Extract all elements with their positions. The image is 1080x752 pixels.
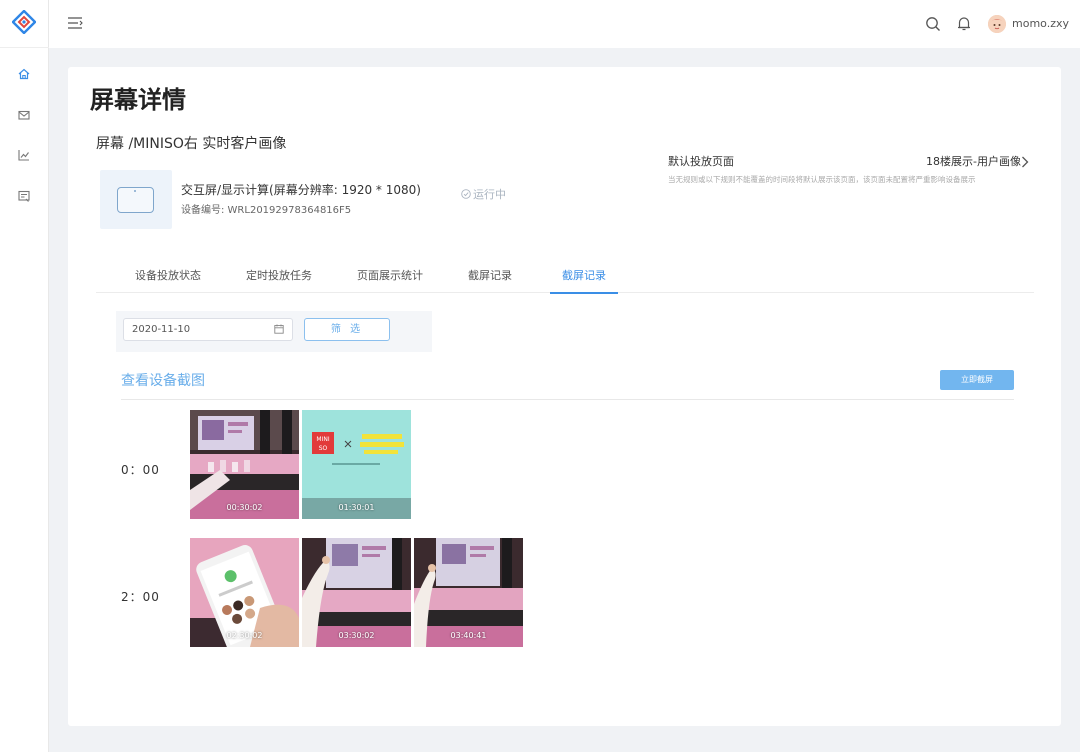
calendar-icon[interactable] bbox=[274, 324, 284, 334]
menu-toggle-icon[interactable] bbox=[67, 16, 83, 30]
tab-bar: 设备投放状态 定时投放任务 页面展示统计 截屏记录 截屏记录 bbox=[96, 263, 1034, 294]
device-type: 交互屏/显示计算(屏幕分辨率: 1920 * 1080) bbox=[181, 183, 421, 197]
report-icon[interactable] bbox=[17, 189, 31, 203]
chevron-right-icon[interactable] bbox=[1021, 156, 1029, 168]
screenshot-thumbnail[interactable]: MINI SO 01:30:01 bbox=[302, 410, 411, 519]
capture-now-button[interactable]: 立即截屏 bbox=[940, 370, 1014, 390]
logo-divider bbox=[0, 47, 49, 48]
tab-scheduled-tasks[interactable]: 定时投放任务 bbox=[246, 263, 312, 293]
screenshot-time: 02:30:02 bbox=[226, 631, 263, 640]
status-badge: 运行中 bbox=[461, 187, 506, 203]
mail-icon[interactable] bbox=[17, 108, 31, 122]
monitor-icon bbox=[117, 187, 154, 213]
filter-button[interactable]: 筛 选 bbox=[304, 318, 390, 341]
screenshot-time: 00:30:02 bbox=[226, 503, 263, 512]
tab-screenshot-records-active[interactable]: 截屏记录 bbox=[550, 263, 618, 294]
default-page-desc: 当无规则或以下规则不能覆盖的时间段将默认展示该页面，该页面未配置将严重影响设备展… bbox=[668, 175, 976, 184]
filter-bar: 筛 选 bbox=[116, 311, 432, 352]
screenshot-time: 03:40:41 bbox=[450, 631, 487, 640]
home-icon[interactable] bbox=[17, 67, 31, 81]
screenshot-time: 01:30:01 bbox=[338, 503, 375, 512]
tab-screenshot-records[interactable]: 截屏记录 bbox=[468, 263, 512, 293]
section-divider bbox=[121, 399, 1014, 400]
bell-icon[interactable] bbox=[956, 15, 972, 32]
chart-icon[interactable] bbox=[17, 148, 31, 162]
search-icon[interactable] bbox=[925, 16, 941, 32]
screenshot-thumbnail[interactable]: 03:40:41 bbox=[414, 538, 523, 647]
screenshot-thumbnail[interactable]: 03:30:02 bbox=[302, 538, 411, 647]
user-name[interactable]: momo.zxy bbox=[1012, 16, 1069, 32]
tab-device-status[interactable]: 设备投放状态 bbox=[135, 263, 201, 293]
screenshot-thumbnail[interactable]: 00:30:02 bbox=[190, 410, 299, 519]
device-thumbnail bbox=[100, 170, 172, 229]
default-page-value[interactable]: 18楼展示-用户画像 bbox=[926, 154, 1021, 170]
miniso-logo-text: MINI bbox=[316, 436, 329, 443]
left-rail bbox=[0, 0, 49, 752]
hour-label: 0：00 bbox=[121, 463, 160, 477]
tab-page-stats[interactable]: 页面展示统计 bbox=[357, 263, 423, 293]
status-text: 运行中 bbox=[473, 188, 506, 201]
screenshots-title: 查看设备截图 bbox=[121, 373, 205, 389]
top-bar: momo.zxy bbox=[49, 0, 1080, 48]
default-page-title: 默认投放页面 bbox=[668, 155, 734, 168]
logo-icon[interactable] bbox=[12, 10, 36, 34]
main-card: 屏幕详情 屏幕 /MINISO右 实时客户画像 交互屏/显示计算(屏幕分辨率: … bbox=[68, 67, 1061, 726]
screenshot-thumbnail[interactable]: 02:30:02 bbox=[190, 538, 299, 647]
page-title: 屏幕详情 bbox=[90, 86, 186, 114]
miniso-logo-text: SO bbox=[319, 445, 328, 452]
device-code: 设备编号: WRL20192978364816F5 bbox=[181, 205, 352, 216]
avatar[interactable] bbox=[988, 15, 1006, 33]
check-circle-icon bbox=[461, 189, 471, 199]
hour-label: 2：00 bbox=[121, 590, 160, 604]
date-input[interactable] bbox=[123, 318, 293, 341]
screenshot-time: 03:30:02 bbox=[338, 631, 375, 640]
avatar-face-icon bbox=[988, 15, 1006, 33]
screen-name: 屏幕 /MINISO右 实时客户画像 bbox=[96, 136, 287, 152]
